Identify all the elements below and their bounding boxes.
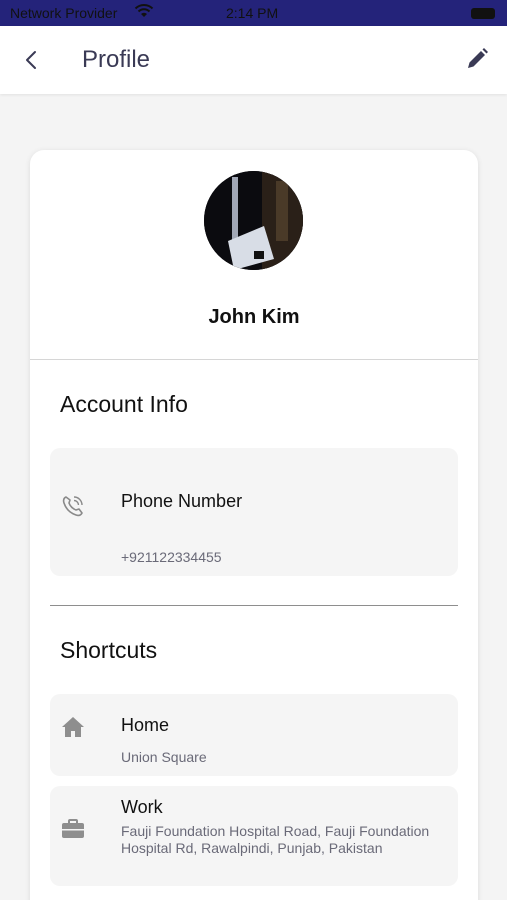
pencil-icon: [468, 48, 488, 68]
shortcut-home[interactable]: Home Union Square: [50, 694, 458, 776]
back-button[interactable]: [18, 46, 46, 74]
avatar-image: [204, 171, 303, 270]
app-bar: Profile: [0, 26, 507, 94]
account-info-heading: Account Info: [60, 391, 188, 417]
shortcut-work-address: Fauji Foundation Hospital Road, Fauji Fo…: [121, 823, 430, 856]
user-name: John Kim: [208, 306, 300, 328]
phone-label: Phone Number: [121, 491, 243, 511]
status-time: 2:14 PM: [226, 5, 279, 21]
battery-icon: [471, 8, 495, 19]
page-title: Profile: [82, 46, 151, 73]
shortcut-home-address: Union Square: [121, 749, 207, 765]
shortcut-work-label: Work: [121, 797, 163, 817]
shortcut-work[interactable]: Work Fauji Foundation Hospital Road, Fau…: [50, 786, 458, 886]
home-icon: [60, 714, 86, 740]
avatar[interactable]: [204, 171, 303, 270]
phone-tile[interactable]: Phone Number +921122334455: [50, 448, 458, 576]
divider: [30, 359, 478, 360]
divider: [50, 605, 458, 606]
briefcase-icon: [60, 816, 86, 842]
status-bar: Network Provider 2:14 PM: [0, 0, 507, 26]
shortcuts-heading: Shortcuts: [60, 637, 158, 663]
carrier-label: Network Provider: [10, 5, 118, 21]
profile-card: John Kim Account Info Phone Number +9211…: [30, 150, 478, 900]
phone-value: +921122334455: [121, 549, 222, 565]
chevron-left-icon: [26, 51, 36, 69]
phone-icon: [60, 493, 86, 519]
wifi-icon: [134, 3, 154, 22]
shortcut-home-label: Home: [121, 715, 170, 735]
edit-button[interactable]: [463, 45, 491, 73]
